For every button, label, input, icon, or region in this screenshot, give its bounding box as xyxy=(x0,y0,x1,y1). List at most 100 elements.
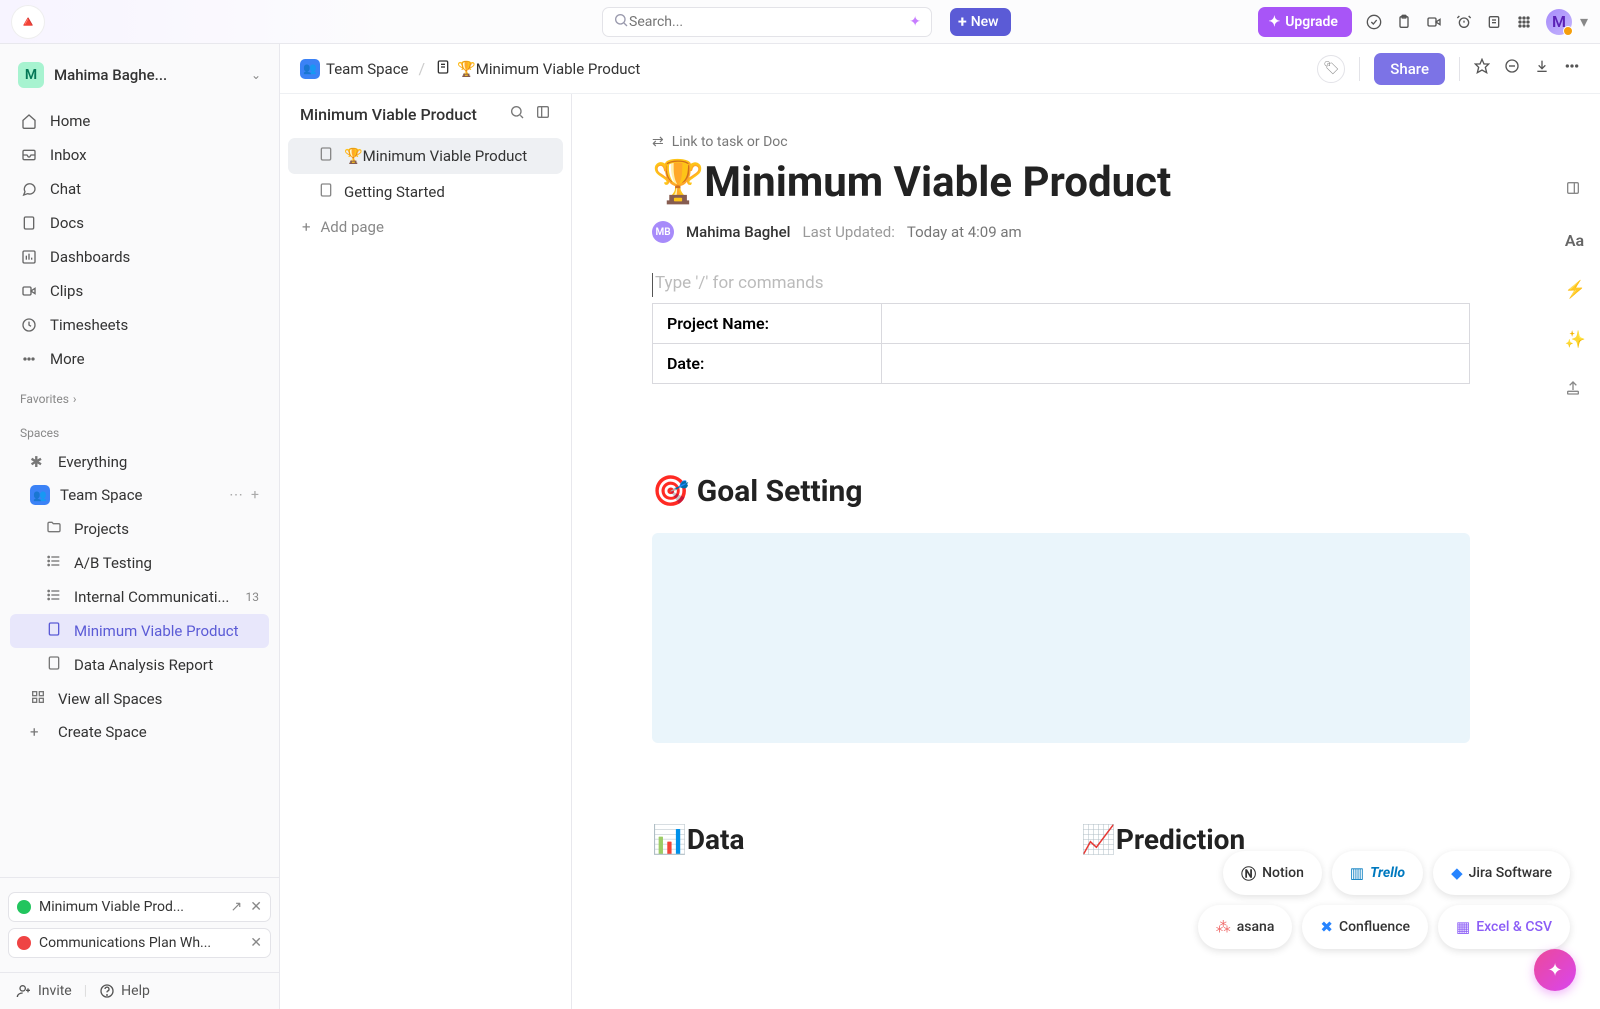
tree-ab-testing[interactable]: A/B Testing xyxy=(10,546,269,580)
breadcrumb-space-label: Team Space xyxy=(326,60,409,78)
table-cell-value[interactable] xyxy=(881,344,1469,384)
chip-label: Minimum Viable Prod... xyxy=(39,899,223,915)
table-row[interactable]: Project Name: xyxy=(653,304,1470,344)
upgrade-button[interactable]: ✦Upgrade xyxy=(1258,7,1352,37)
author-name[interactable]: Mahima Baghel xyxy=(686,223,791,241)
space-avatar-icon: 👥 xyxy=(30,485,50,505)
doc-outline-sidebar: Minimum Viable Product 🏆Minimum Viable P… xyxy=(280,44,572,1009)
inbox-icon xyxy=(20,147,38,163)
tree-view-all-spaces[interactable]: View all Spaces xyxy=(10,682,269,716)
dashboard-icon xyxy=(20,249,38,265)
nav-label: Clips xyxy=(50,282,83,300)
table-cell-value[interactable] xyxy=(881,304,1469,344)
typography-icon[interactable]: Aa xyxy=(1565,231,1586,250)
video-icon[interactable] xyxy=(1426,14,1442,30)
more-icon[interactable] xyxy=(1564,58,1580,79)
plus-icon: + xyxy=(958,12,967,31)
project-info-table[interactable]: Project Name: Date: xyxy=(652,303,1470,384)
import-trello[interactable]: ▥Trello xyxy=(1332,851,1423,895)
sidebar-collapse-icon[interactable] xyxy=(535,104,551,124)
right-rail: Aa ⚡ ✨ xyxy=(1565,180,1586,401)
goal-setting-block[interactable] xyxy=(652,533,1470,743)
nav-list: Home Inbox Chat Docs Dashboards Clips Ti… xyxy=(0,102,279,378)
comment-icon[interactable] xyxy=(1504,58,1520,79)
chevron-down-icon: ⌄ xyxy=(251,68,261,82)
breadcrumb-doc[interactable]: 🏆Minimum Viable Product xyxy=(435,59,640,79)
import-excel[interactable]: ▦Excel & CSV xyxy=(1438,905,1570,949)
app-logo[interactable]: 🔺 xyxy=(12,6,44,38)
global-search[interactable]: ✦ xyxy=(602,7,932,37)
download-icon[interactable] xyxy=(1534,58,1550,79)
command-input[interactable]: Type '/' for commands xyxy=(652,273,1470,297)
notepad-icon[interactable] xyxy=(1486,14,1502,30)
export-icon[interactable] xyxy=(1565,380,1586,401)
doc-icon xyxy=(435,59,451,79)
tree-label: A/B Testing xyxy=(74,554,259,572)
spaces-section[interactable]: Spaces xyxy=(0,412,279,446)
tree-projects[interactable]: Projects xyxy=(10,512,269,546)
nav-inbox[interactable]: Inbox xyxy=(10,138,269,172)
search-icon[interactable] xyxy=(509,104,525,124)
external-link-icon[interactable]: ↗ xyxy=(231,899,243,915)
magic-icon[interactable]: ✨ xyxy=(1565,330,1586,350)
workspace-switcher[interactable]: M Mahima Baghe... ⌄ xyxy=(12,58,267,92)
nav-chat[interactable]: Chat xyxy=(10,172,269,206)
nav-clips[interactable]: Clips xyxy=(10,274,269,308)
clipboard-icon[interactable] xyxy=(1396,14,1412,30)
import-confluence[interactable]: ✖Confluence xyxy=(1302,905,1428,949)
tree-internal-comm[interactable]: Internal Communicati...13 xyxy=(10,580,269,614)
favorites-section[interactable]: Favorites› xyxy=(0,378,279,412)
star-icon[interactable] xyxy=(1474,58,1490,79)
nav-home[interactable]: Home xyxy=(10,104,269,138)
chip-label: Notion xyxy=(1262,865,1304,881)
alarm-icon[interactable] xyxy=(1456,14,1472,30)
data-heading[interactable]: 📊Data xyxy=(652,823,1041,856)
table-row[interactable]: Date: xyxy=(653,344,1470,384)
nav-timesheets[interactable]: Timesheets xyxy=(10,308,269,342)
tree-data-analysis[interactable]: Data Analysis Report xyxy=(10,648,269,682)
doc-outline-item[interactable]: 🏆Minimum Viable Product xyxy=(288,138,563,174)
add-page-button[interactable]: +Add page xyxy=(288,210,563,244)
new-button[interactable]: +New xyxy=(950,8,1011,36)
search-input[interactable] xyxy=(629,14,909,30)
import-asana[interactable]: ⁂asana xyxy=(1198,905,1293,949)
user-avatar[interactable]: M xyxy=(1546,9,1572,35)
nav-more[interactable]: More xyxy=(10,342,269,376)
tree-everything[interactable]: ✱Everything xyxy=(10,446,269,478)
apps-grid-icon[interactable] xyxy=(1516,14,1532,30)
tree-mvp[interactable]: Minimum Viable Product xyxy=(10,614,269,648)
asana-icon: ⁂ xyxy=(1216,918,1231,936)
wand-icon[interactable]: ⚡ xyxy=(1565,280,1586,300)
import-notion[interactable]: ⓃNotion xyxy=(1223,851,1322,895)
sparkle-icon: ✦ xyxy=(1547,960,1562,981)
doc-title[interactable]: 🏆Minimum Viable Product xyxy=(652,158,1470,207)
tree-label: Create Space xyxy=(58,723,259,741)
link-to-task[interactable]: ⇄Link to task or Doc xyxy=(652,134,1470,150)
clock-icon xyxy=(20,317,38,333)
toc-icon[interactable] xyxy=(1565,180,1586,201)
open-doc-chip[interactable]: Minimum Viable Prod... ↗ ✕ xyxy=(8,892,271,922)
ai-fab[interactable]: ✦ xyxy=(1534,949,1576,991)
nav-dashboards[interactable]: Dashboards xyxy=(10,240,269,274)
import-jira[interactable]: ◆Jira Software xyxy=(1433,851,1570,895)
check-circle-icon[interactable] xyxy=(1366,14,1382,30)
more-icon[interactable]: ⋯ xyxy=(229,487,243,503)
tag-button[interactable]: 🏷 xyxy=(1317,55,1345,83)
tree-create-space[interactable]: +Create Space xyxy=(10,716,269,748)
ai-sparkle-icon[interactable]: ✦ xyxy=(909,14,921,30)
doc-outline-item[interactable]: Getting Started xyxy=(288,174,563,210)
help-button[interactable]: Help xyxy=(99,983,150,999)
chevron-down-icon[interactable]: ▾ xyxy=(1580,12,1588,31)
doc-outline-label: 🏆Minimum Viable Product xyxy=(344,147,527,165)
share-button[interactable]: Share xyxy=(1374,53,1445,85)
goal-setting-heading[interactable]: 🎯 Goal Setting xyxy=(652,474,1470,509)
close-icon[interactable]: ✕ xyxy=(250,935,262,951)
plus-icon[interactable]: + xyxy=(251,487,259,503)
tree-teamspace[interactable]: 👥Team Space⋯+ xyxy=(10,478,269,512)
open-doc-chip[interactable]: Communications Plan Wh... ✕ xyxy=(8,928,271,958)
breadcrumb-space[interactable]: 👥 Team Space xyxy=(300,59,409,79)
close-icon[interactable]: ✕ xyxy=(250,899,262,915)
nav-docs[interactable]: Docs xyxy=(10,206,269,240)
invite-button[interactable]: Invite xyxy=(16,983,72,999)
author-avatar[interactable]: MB xyxy=(652,221,674,243)
